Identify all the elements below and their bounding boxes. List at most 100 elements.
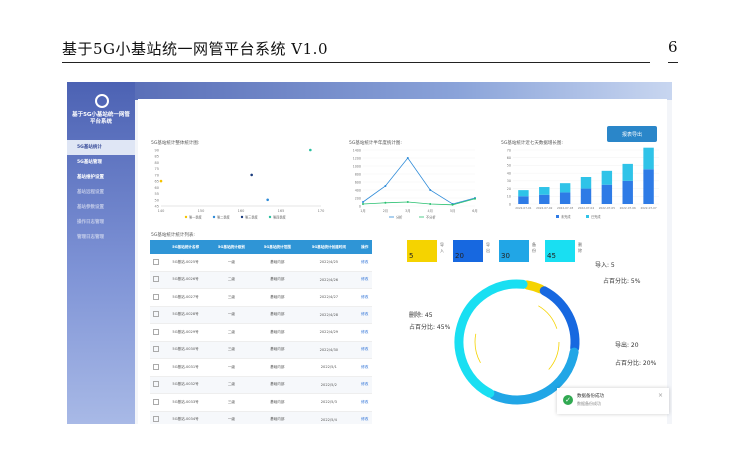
checkbox[interactable]	[153, 311, 160, 318]
row-checkbox[interactable]	[150, 411, 163, 424]
row-checkbox[interactable]	[150, 393, 163, 412]
checkbox[interactable]	[153, 293, 160, 300]
close-icon[interactable]: ×	[658, 392, 663, 399]
bar	[559, 192, 571, 204]
sidebar-item-oplog[interactable]: 操作日志管理	[67, 215, 135, 230]
line-point	[362, 201, 364, 203]
y-tick-label: 65	[155, 180, 159, 184]
checkbox[interactable]	[153, 363, 160, 370]
table-cell: 5G基站-0029号	[162, 323, 209, 342]
row-checkbox[interactable]	[150, 288, 163, 307]
row-checkbox[interactable]	[150, 341, 163, 359]
app-title: 基于5G小基站统一网管平台系统	[72, 112, 130, 125]
sidebar-item-maint[interactable]: 基站维护设置	[67, 170, 135, 185]
col-action: 操作	[357, 240, 372, 254]
table-cell: 基础内部	[254, 341, 301, 359]
line-chart: 1400 1200 1000 800 600 400 200 01月 2月 3月 4月 5月 6月分析 不…	[353, 148, 478, 219]
checkbox[interactable]	[153, 346, 160, 353]
row-checkbox[interactable]	[150, 376, 163, 394]
sidebar-item-stats[interactable]: 5G基站统计	[67, 140, 135, 155]
x-tick-label: 3月	[405, 209, 410, 213]
x-tick-label: 4月	[427, 209, 432, 213]
table-cell: 2022/5/3	[300, 393, 358, 412]
bar	[622, 163, 633, 181]
label-import-pct: 占百分比: 5%	[603, 278, 641, 285]
y-tick-label: 50	[507, 164, 511, 168]
x-tick-label: 2022-07-04	[578, 206, 594, 210]
stat-name: 删除	[578, 242, 582, 253]
bar	[539, 187, 550, 195]
app-screenshot: 基于5G小基站统一网管平台系统 5G基站统计 5G基站管理 基站维护设置 基站远…	[67, 82, 672, 424]
y-tick-label: 80	[155, 161, 159, 165]
edit-link[interactable]: 修改	[357, 288, 372, 307]
row-checkbox[interactable]	[150, 323, 163, 342]
table-cell: 三级	[208, 288, 255, 307]
legend-label: 分析	[396, 214, 403, 219]
sidebar-item-manage[interactable]: 5G基站管理	[67, 155, 135, 170]
edit-link[interactable]: 修改	[357, 306, 372, 324]
table-cell: 基础内部	[254, 323, 301, 342]
series-line	[362, 157, 476, 205]
table-cell: 三级	[208, 393, 255, 412]
edit-link[interactable]: 修改	[357, 358, 372, 377]
table-row: 5G基站-0029号 二级 基础内部 2022/4/29 修改	[150, 323, 372, 342]
edit-link[interactable]: 修改	[357, 271, 372, 289]
edit-link[interactable]: 修改	[357, 341, 372, 359]
x-tick-label: 2022-07-07	[640, 206, 656, 210]
x-tick-label: 2月	[383, 209, 388, 213]
toast-title: 数据备份成功	[577, 394, 604, 399]
line-point	[362, 203, 364, 205]
y-tick-label: 45	[155, 205, 159, 209]
table-cell: 5G基站-0025号	[162, 254, 209, 272]
x-tick-label: 2022-07-01	[515, 206, 531, 210]
checkbox[interactable]	[153, 258, 160, 265]
y-tick-label: 0	[509, 202, 511, 206]
table-title: 5G基站统计统计列表:	[151, 233, 195, 238]
bar-chart: 70 60 50 40 30 20 10 0 2022-07-01 2022-07-02 2022-…	[507, 147, 659, 219]
checkbox[interactable]	[153, 398, 160, 405]
export-button[interactable]: 报表导出	[607, 126, 657, 142]
edit-link[interactable]: 修改	[357, 376, 372, 394]
y-tick-label: 90	[155, 149, 159, 153]
table-row: 5G基站-0030号 三级 基础内部 2022/4/30 修改	[150, 341, 372, 359]
table-cell: 5G基站-0030号	[162, 341, 209, 359]
edit-link[interactable]: 修改	[357, 393, 372, 412]
row-checkbox[interactable]	[150, 306, 163, 324]
bar	[580, 188, 592, 204]
sidebar-item-remote[interactable]: 基站远程设置	[67, 185, 135, 200]
table-cell: 2022/4/30	[300, 341, 358, 359]
table-cell: 二级	[208, 376, 255, 394]
edit-link[interactable]: 修改	[357, 323, 372, 342]
edit-link[interactable]: 修改	[357, 411, 372, 424]
edit-link[interactable]: 修改	[357, 254, 372, 272]
document-title: 基于5G小基站统一网管平台系统 V1.0	[62, 40, 328, 58]
checkbox[interactable]	[153, 416, 160, 423]
row-checkbox[interactable]	[150, 358, 163, 377]
stats-table: 5G基站统计名称 5G基站统计级别 5G基站统计范围 5G基站统计创建时间 操作…	[150, 240, 372, 424]
row-checkbox[interactable]	[150, 254, 163, 272]
legend-label: 第一季度	[189, 214, 203, 219]
sidebar-item-mglog[interactable]: 管理日志管理	[67, 230, 135, 245]
row-checkbox[interactable]	[150, 271, 163, 289]
table-cell: 2022/4/29	[300, 323, 358, 342]
donut-segment	[539, 286, 580, 353]
table-row: 5G基站-0025号 一级 基础内部 2022/4/25 修改	[150, 254, 372, 272]
legend-dot	[268, 215, 272, 219]
sidebar-item-params[interactable]: 基站参数设置	[67, 200, 135, 215]
table-cell: 2022/5/1	[300, 358, 358, 377]
sidebar: 基于5G小基站统一网管平台系统 5G基站统计 5G基站管理 基站维护设置 基站远…	[67, 82, 135, 424]
scatter-point	[159, 179, 163, 183]
checkbox[interactable]	[153, 381, 160, 388]
checkbox[interactable]	[153, 328, 160, 335]
table-cell: 5G基站-0028号	[162, 306, 209, 324]
stat-tile-export: 20 导出	[453, 240, 490, 262]
toast-sub: 数据备份成功	[577, 401, 601, 406]
y-tick-label: 60	[155, 186, 159, 190]
checkbox[interactable]	[153, 276, 160, 283]
table-cell: 一级	[208, 306, 255, 324]
legend-label: 已完成	[591, 214, 601, 219]
table-cell: 5G基站-0027号	[162, 288, 209, 307]
table-cell: 2022/4/28	[300, 306, 358, 324]
stat-tile-import: 5 导入	[407, 240, 444, 262]
table-row: 5G基站-0033号 三级 基础内部 2022/5/3 修改	[150, 393, 372, 412]
